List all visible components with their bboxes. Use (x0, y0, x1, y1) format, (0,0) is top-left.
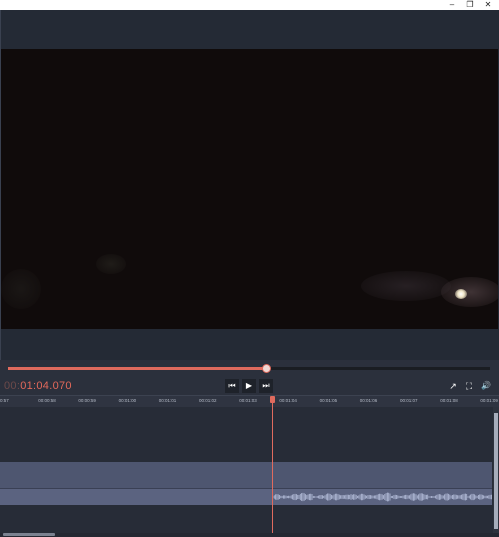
fullscreen-icon[interactable]: ⛶ (462, 379, 476, 393)
ruler-tick-label: 00:01:08 (440, 398, 458, 403)
ruler-tick-label: 0:57 (0, 398, 9, 403)
ruler-tick-label: 00:01:06 (359, 398, 378, 403)
ruler-tick-label: 00:01:02 (199, 398, 217, 403)
scrubber-handle[interactable] (261, 364, 271, 373)
timeline-tracks[interactable] (0, 407, 499, 533)
close-icon[interactable]: ✕ (480, 0, 496, 10)
video-foliage-left (1, 269, 41, 309)
export-icon[interactable]: ↗ (446, 379, 460, 393)
timecode-current: 01:04.070 (20, 380, 72, 392)
ruler-tick-label: 00:01:07 (400, 398, 418, 403)
video-bright-light (455, 289, 467, 299)
timecode-dim: 00: (4, 380, 21, 392)
vertical-scroll-thumb[interactable] (494, 413, 498, 529)
skip-next-button[interactable]: ⏭ (259, 379, 273, 393)
ruler-tick-label: 00:01:04 (279, 398, 297, 403)
play-button[interactable]: ▶ (242, 379, 256, 393)
playhead-line[interactable] (272, 396, 273, 533)
playback-controls: 00:01:04.070 ⏮ ▶ ⏭ ↗ ⛶ 🔊 (0, 378, 499, 395)
audio-waveform (273, 492, 492, 502)
ruler-tick-label: 00:01:01 (158, 398, 177, 403)
minimize-icon[interactable]: – (444, 0, 460, 10)
video-house-shape (361, 271, 451, 301)
ruler-tick-label: 00:01:00 (118, 398, 137, 403)
track-divider (0, 488, 492, 489)
title-bar: – ❐ ✕ (0, 0, 499, 10)
ruler-tick-label: 00:01:09 (480, 398, 498, 403)
restore-icon[interactable]: ❐ (462, 0, 478, 10)
horizontal-scroll-thumb[interactable] (3, 533, 55, 536)
ruler-tick-label: 00:00:59 (78, 398, 96, 403)
track-band-upper (0, 462, 492, 488)
timeline-horizontal-scrollbar[interactable] (0, 533, 499, 537)
skip-previous-button[interactable]: ⏮ (225, 379, 239, 393)
video-foliage-shape (96, 254, 126, 274)
timeline-vertical-scrollbar[interactable] (493, 407, 499, 533)
timecode: 00:01:04.070 (4, 380, 72, 392)
scrubber-progress (8, 367, 266, 370)
volume-icon[interactable]: 🔊 (479, 379, 493, 393)
ruler-tick-label: 00:01:03 (239, 398, 257, 403)
video-preview[interactable] (1, 49, 498, 329)
ruler-tick-label: 00:00:58 (38, 398, 56, 403)
scrubber-area (0, 360, 499, 378)
playhead-marker[interactable] (270, 396, 275, 403)
scrubber-track[interactable] (8, 364, 490, 373)
ruler-tick-label: 00:01:05 (319, 398, 338, 403)
